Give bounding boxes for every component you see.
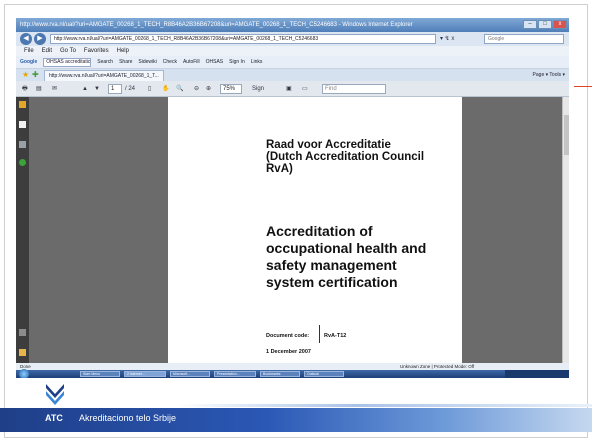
sign-button[interactable]: Sign (252, 84, 264, 94)
minimize-button[interactable]: – (523, 20, 537, 29)
autofill-button[interactable]: AutoFill (183, 56, 200, 68)
pdf-viewer: Raad voor Accreditatie (Dutch Accreditat… (29, 97, 562, 363)
taskbar-item[interactable]: Microsoft... (170, 371, 210, 377)
menu-item-favorites[interactable]: Favorites (84, 46, 109, 56)
pdf-nav-panel (16, 97, 29, 363)
fit-width-icon[interactable]: ▭ (302, 84, 308, 94)
links-button[interactable]: Links (251, 56, 263, 68)
forward-icon[interactable]: ▶ (34, 33, 46, 45)
sign-in-button[interactable]: Sign In (229, 56, 245, 68)
paperclip-icon[interactable] (19, 329, 26, 336)
document-code-separator (319, 325, 320, 343)
taskbar-item[interactable]: Bookmarks (260, 371, 300, 377)
window-controls: – □ x (523, 20, 567, 29)
maximize-button[interactable]: □ (538, 20, 552, 29)
status-bar: Done Unknown Zone | Protected Mode: Off (16, 363, 569, 370)
favorites-star-icon[interactable]: ★ (22, 70, 29, 79)
document-title: Accreditation of occupational health and… (266, 223, 427, 290)
select-tool-icon[interactable]: ▯ (148, 84, 151, 94)
address-input[interactable]: http://www.rva.nl/ual/?uri=AMGATE_00268_… (50, 34, 436, 44)
pages-icon[interactable] (19, 121, 26, 128)
security-zone: Unknown Zone | Protected Mode: Off (400, 364, 475, 369)
prev-page-icon[interactable]: ▲ (82, 84, 88, 94)
share-button[interactable]: Share (119, 56, 132, 68)
tab-current[interactable]: http://www.rva.nl/ual/?uri=AMGATE_00268_… (44, 70, 164, 81)
pdf-toolbar: 🖶 ▤ ✉ ▲ ▼ 1 / 24 ▯ ✋ 🔍 ⊖ ⊕ 75% Sign ▣ ▭ … (16, 81, 569, 97)
sidewiki-button[interactable]: Sidewiki (138, 56, 156, 68)
comments-icon[interactable] (19, 349, 26, 356)
address-actions[interactable]: ▾ ↯ x (440, 35, 454, 42)
system-tray (505, 370, 569, 378)
slide: http://www.rva.nl/ual/?uri=AMGATE_00268_… (0, 0, 592, 445)
ohsas-bookmark[interactable]: OHSAS (206, 56, 224, 68)
bookmarks-icon[interactable] (19, 141, 26, 148)
document-code-label: Document code: (266, 333, 310, 339)
footer-organization: Akreditaciono telo Srbije (79, 413, 177, 423)
footer-stripe (0, 404, 592, 407)
page-number-input[interactable]: 1 (108, 84, 122, 94)
print-icon[interactable]: 🖶 (22, 84, 28, 94)
taskbar-item[interactable]: Presentation... (214, 371, 256, 377)
vertical-scrollbar[interactable] (562, 97, 569, 363)
organization-name: Raad voor Accreditatie (Dutch Accreditat… (266, 139, 425, 175)
next-page-icon[interactable]: ▼ (94, 84, 100, 94)
google-search-button[interactable]: Search (97, 56, 113, 68)
page-total: / 24 (125, 86, 136, 92)
footer-abbreviation: ATC (45, 413, 63, 423)
window-titlebar: http://www.rva.nl/ual/?uri=AMGATE_00268_… (16, 18, 569, 32)
document-code-value: RvA-T12 (324, 333, 347, 339)
taskbar-item-active[interactable]: 2 Internet... (124, 371, 166, 377)
save-icon[interactable]: ▤ (36, 84, 42, 94)
menu-item-file[interactable]: File (24, 46, 34, 56)
taskbar: Start Menu 2 Internet... Microsoft... Pr… (16, 369, 569, 378)
check-button[interactable]: Check (163, 56, 177, 68)
pdf-page: Raad voor Accreditatie (Dutch Accreditat… (168, 97, 462, 363)
menu-item-help[interactable]: Help (117, 46, 129, 56)
address-row: ◀ ▶ http://www.rva.nl/ual/?uri=AMGATE_00… (16, 32, 569, 46)
taskbar-item[interactable]: Start Menu (80, 371, 120, 377)
attachments-icon[interactable] (19, 159, 26, 166)
find-input[interactable]: Find (322, 84, 386, 94)
command-bar[interactable]: Page ▾ Tools ▾ (533, 69, 565, 81)
window-title: http://www.rva.nl/ual/?uri=AMGATE_00268_… (20, 22, 413, 28)
menu-bar: File Edit Go To Favorites Help (16, 46, 569, 56)
search-input[interactable]: Google (484, 34, 564, 44)
add-favorites-icon[interactable]: ✚ (32, 70, 39, 79)
google-toolbar: Google OHSAS accreditation AS Search Sha… (16, 56, 569, 69)
close-button[interactable]: x (553, 20, 567, 29)
zoom-out-icon[interactable]: ⊖ (194, 84, 199, 94)
google-search-input[interactable]: OHSAS accreditation AS (43, 58, 92, 67)
tab-row: ★ ✚ http://www.rva.nl/ual/?uri=AMGATE_00… (16, 69, 569, 81)
back-icon[interactable]: ◀ (20, 33, 32, 45)
document-date: 1 December 2007 (266, 349, 311, 355)
fit-page-icon[interactable]: ▣ (286, 84, 292, 94)
zoom-tool-icon[interactable]: 🔍 (176, 84, 183, 94)
browser-screenshot: http://www.rva.nl/ual/?uri=AMGATE_00268_… (16, 18, 569, 378)
taskbar-item[interactable]: Outlook (304, 371, 344, 377)
google-logo: Google (20, 59, 38, 65)
scrollbar-thumb[interactable] (564, 115, 569, 155)
menu-item-goto[interactable]: Go To (60, 46, 76, 56)
start-button[interactable] (19, 369, 29, 378)
hand-tool-icon[interactable]: ✋ (162, 84, 169, 94)
lock-icon[interactable] (19, 101, 26, 108)
menu-item-edit[interactable]: Edit (42, 46, 52, 56)
email-icon[interactable]: ✉ (52, 84, 57, 94)
zoom-select[interactable]: 75% (220, 84, 242, 94)
pointer-line (574, 86, 592, 87)
zoom-in-icon[interactable]: ⊕ (206, 84, 211, 94)
